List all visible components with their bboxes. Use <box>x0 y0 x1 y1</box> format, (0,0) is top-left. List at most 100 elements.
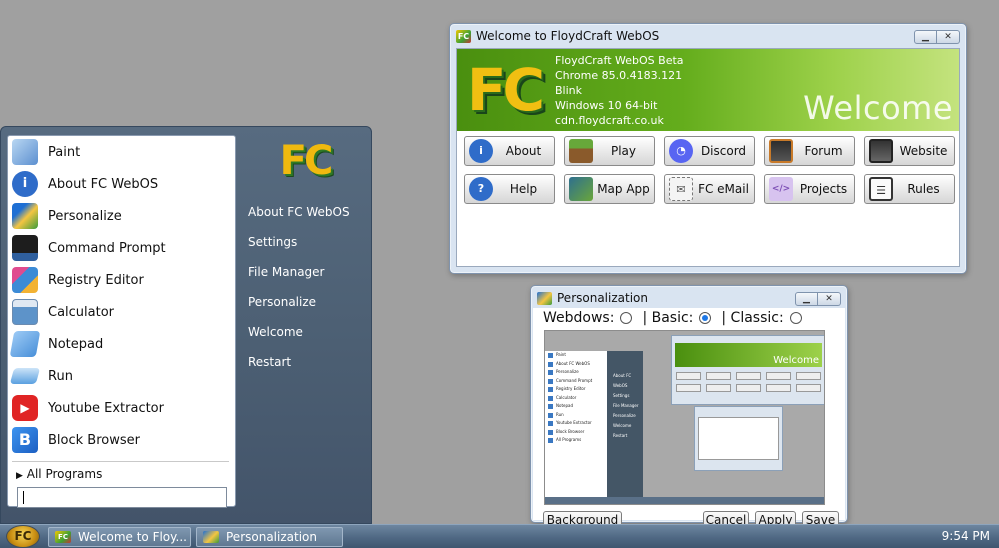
preview-start-right: About FC WebOS Settings File Manager Per… <box>609 351 643 441</box>
calculator-icon <box>12 299 38 325</box>
personalize-icon <box>537 291 552 305</box>
start-menu: Paint i About FC WebOS Personalize Comma… <box>0 126 372 524</box>
help-button[interactable]: ? Help <box>464 174 555 204</box>
preview-button <box>796 372 821 380</box>
start-item-command-prompt[interactable]: Command Prompt <box>10 233 232 263</box>
preview-button <box>676 384 701 392</box>
start-search-input[interactable] <box>17 487 227 508</box>
website-button[interactable]: Website <box>864 136 955 166</box>
preview-item: About FC WebOS <box>545 360 607 369</box>
welcome-titlebar[interactable]: FC Welcome to FloydCraft WebOS ▁ ✕ <box>450 24 966 48</box>
help-icon: ? <box>469 177 493 201</box>
minimize-button[interactable]: ▁ <box>914 30 937 44</box>
personalize-icon <box>12 203 38 229</box>
start-item-label: Registry Editor <box>48 272 144 288</box>
all-programs-label: All Programs <box>26 467 103 481</box>
webdows-radio[interactable] <box>620 312 633 324</box>
start-item-calculator[interactable]: Calculator <box>10 297 232 327</box>
text-cursor <box>23 491 24 504</box>
window-title: Personalization <box>557 291 648 305</box>
forum-button[interactable]: Forum <box>764 136 855 166</box>
youtube-icon: ▶ <box>12 395 38 421</box>
start-item-label: Notepad <box>48 336 104 352</box>
minimize-button[interactable]: ▁ <box>795 292 818 306</box>
basic-label: | Basic: <box>642 310 694 326</box>
close-button[interactable]: ✕ <box>818 292 841 306</box>
email-icon: ✉ <box>669 177 693 201</box>
paint-icon <box>12 139 38 165</box>
start-right-file-manager[interactable]: File Manager <box>248 265 325 279</box>
start-right-restart[interactable]: Restart <box>248 355 291 369</box>
preview-button <box>796 384 821 392</box>
personalization-titlebar[interactable]: Personalization ▁ ✕ <box>531 286 847 310</box>
map-app-button[interactable]: Map App <box>564 174 655 204</box>
start-item-registry-editor[interactable]: Registry Editor <box>10 265 232 295</box>
start-item-youtube-extractor[interactable]: ▶ Youtube Extractor <box>10 393 232 423</box>
run-icon <box>9 368 41 384</box>
taskbar-clock: 9:54 PM <box>941 529 990 543</box>
start-item-label: Calculator <box>48 304 115 320</box>
welcome-banner: FC FloydCraft WebOS Beta Chrome 85.0.418… <box>457 49 959 131</box>
start-item-label: Run <box>48 368 73 384</box>
about-button[interactable]: i About <box>464 136 555 166</box>
personalize-icon <box>203 531 219 543</box>
taskbar-item-label: Welcome to Floy... <box>78 530 187 544</box>
personalization-window: Personalization ▁ ✕ Webdows: | Basic: | … <box>530 285 848 530</box>
start-right-welcome[interactable]: Welcome <box>248 325 303 339</box>
fc-logo-icon: FC <box>456 29 471 43</box>
preview-item: Calculator <box>545 394 607 403</box>
preview-button <box>676 372 701 380</box>
projects-button[interactable]: </> Projects <box>764 174 855 204</box>
block-browser-icon: B <box>12 427 38 453</box>
preview-item: Paint <box>545 351 607 360</box>
start-right-settings[interactable]: Settings <box>248 235 297 249</box>
start-menu-programs: Paint i About FC WebOS Personalize Comma… <box>7 135 236 508</box>
start-item-notepad[interactable]: Notepad <box>9 329 232 359</box>
fc-email-button[interactable]: ✉ FC eMail <box>664 174 755 204</box>
info-line: FloydCraft WebOS Beta <box>555 54 684 67</box>
start-right-about[interactable]: About FC WebOS <box>248 205 350 219</box>
info-icon: i <box>469 139 493 163</box>
all-programs-button[interactable]: ▶ All Programs <box>16 467 102 481</box>
preview-item: Run <box>545 411 607 420</box>
command-prompt-icon <box>12 235 38 261</box>
fc-logo-icon: FC <box>55 531 71 543</box>
triangle-right-icon: ▶ <box>16 471 23 481</box>
start-item-paint[interactable]: Paint <box>10 137 232 167</box>
window-title: Welcome to FloydCraft WebOS <box>476 29 660 43</box>
start-button[interactable]: FC <box>6 525 40 548</box>
preview-right-item: Settings <box>613 393 630 398</box>
preview-button <box>766 384 791 392</box>
start-item-run[interactable]: Run <box>9 361 232 391</box>
start-item-block-browser[interactable]: B Block Browser <box>10 425 232 455</box>
theme-preview: Paint About FC WebOS Personalize Command… <box>544 330 825 505</box>
discord-button[interactable]: ◔ Discord <box>664 136 755 166</box>
start-right-personalize[interactable]: Personalize <box>248 295 316 309</box>
projects-icon: </> <box>769 177 793 201</box>
fc-logo: FC <box>466 56 545 124</box>
basic-radio[interactable] <box>699 312 712 324</box>
system-info: FloydCraft WebOS Beta Chrome 85.0.4183.1… <box>555 53 684 128</box>
grass-block-icon <box>569 139 593 163</box>
taskbar-item-personalization[interactable]: Personalization <box>196 527 343 547</box>
preview-button <box>706 372 731 380</box>
fc-logo: FC <box>279 138 334 184</box>
preview-button <box>706 384 731 392</box>
start-item-personalize[interactable]: Personalize <box>10 201 232 231</box>
taskbar-item-welcome[interactable]: FC Welcome to Floy... <box>48 527 191 547</box>
classic-radio[interactable] <box>789 312 802 324</box>
preview-right-item: File Manager <box>613 403 639 408</box>
registry-icon <box>12 267 38 293</box>
play-button[interactable]: Play <box>564 136 655 166</box>
close-button[interactable]: ✕ <box>937 30 960 44</box>
preview-right-item: Welcome <box>613 423 632 428</box>
theme-mode-selector: Webdows: | Basic: | Classic: <box>543 310 812 326</box>
preview-item: All Programs <box>545 436 607 445</box>
welcome-window: FC Welcome to FloydCraft WebOS ▁ ✕ FC Fl… <box>449 23 967 274</box>
preview-right-item: About FC WebOS <box>613 373 632 388</box>
preview-item: Registry Editor <box>545 385 607 394</box>
discord-icon: ◔ <box>669 139 693 163</box>
start-item-about[interactable]: i About FC WebOS <box>10 169 232 199</box>
preview-item: Block Browser <box>545 428 607 437</box>
rules-button[interactable]: ☰ Rules <box>864 174 955 204</box>
